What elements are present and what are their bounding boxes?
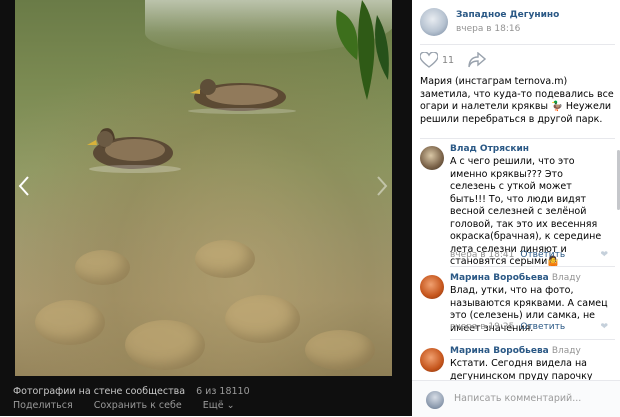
comment-author[interactable]: Марина Воробьева Владу [450,346,581,356]
post-sidebar: Западное Дегунино вчера в 18:16 11 Мария… [412,0,620,417]
comment-meta: вчера в 18:41 Ответить [450,250,565,260]
divider [420,138,615,139]
reply-button[interactable]: Ответить [520,322,565,332]
caption-title[interactable]: Фотографии на стене сообщества [13,386,185,397]
divider [420,44,615,45]
comment: Марина Воробьева Владу Влад, утки, что н… [420,273,618,337]
photo-caption: Фотографии на стене сообщества 6 из 1811… [13,386,250,397]
photo-actions: Поделиться Сохранить к себе Ещё ⌄ [13,400,253,411]
comment: Влад Отряскин А с чего решили, что это и… [420,144,618,267]
share-button[interactable]: Поделиться [13,400,73,411]
comment-author[interactable]: Влад Отряскин [450,144,529,154]
tree-leaves [336,0,389,100]
commenter-avatar[interactable] [420,146,444,170]
save-button[interactable]: Сохранить к себе [94,400,182,411]
post-header: Западное Дегунино вчера в 18:16 [420,6,615,40]
likes-count: 11 [442,55,455,66]
group-name[interactable]: Западное Дегунино [456,10,559,20]
comment-composer: Написать комментарий... [412,380,620,417]
post-text: Мария (инстаграм ternova.m) заметила, чт… [420,76,614,125]
commenter-avatar[interactable] [420,275,444,299]
comment-meta: вчера в 19:25 Ответить [450,322,565,332]
photo[interactable] [15,0,392,376]
divider [450,339,615,340]
comment-like-icon[interactable]: ❤ [600,322,608,332]
commenter-avatar[interactable] [420,348,444,372]
comment-date[interactable]: вчера в 19:25 [450,322,514,332]
group-avatar[interactable] [420,8,448,36]
divider [450,266,615,267]
comment: Марина Воробьева Владу Кстати. Сегодня в… [420,346,618,394]
user-avatar [426,391,444,409]
photo-viewer: Фотографии на стене сообщества 6 из 1811… [0,0,412,416]
chevron-right-icon[interactable] [376,175,388,202]
comment-input[interactable]: Написать комментарий... [454,393,581,404]
post-date[interactable]: вчера в 18:16 [456,24,520,34]
comment-like-icon[interactable]: ❤ [600,250,608,260]
duck [188,79,296,114]
reactions-bar: 11 [419,51,610,72]
heart-icon[interactable] [419,51,439,72]
photo-counter: 6 из 18110 [196,386,250,397]
share-icon[interactable] [468,51,487,72]
comment-author[interactable]: Марина Воробьева Владу [450,273,581,283]
chevron-left-icon[interactable] [18,175,30,202]
duck [87,128,181,173]
more-button[interactable]: Ещё ⌄ [203,400,235,411]
reply-button[interactable]: Ответить [520,250,565,260]
comment-date[interactable]: вчера в 18:41 [450,250,514,260]
